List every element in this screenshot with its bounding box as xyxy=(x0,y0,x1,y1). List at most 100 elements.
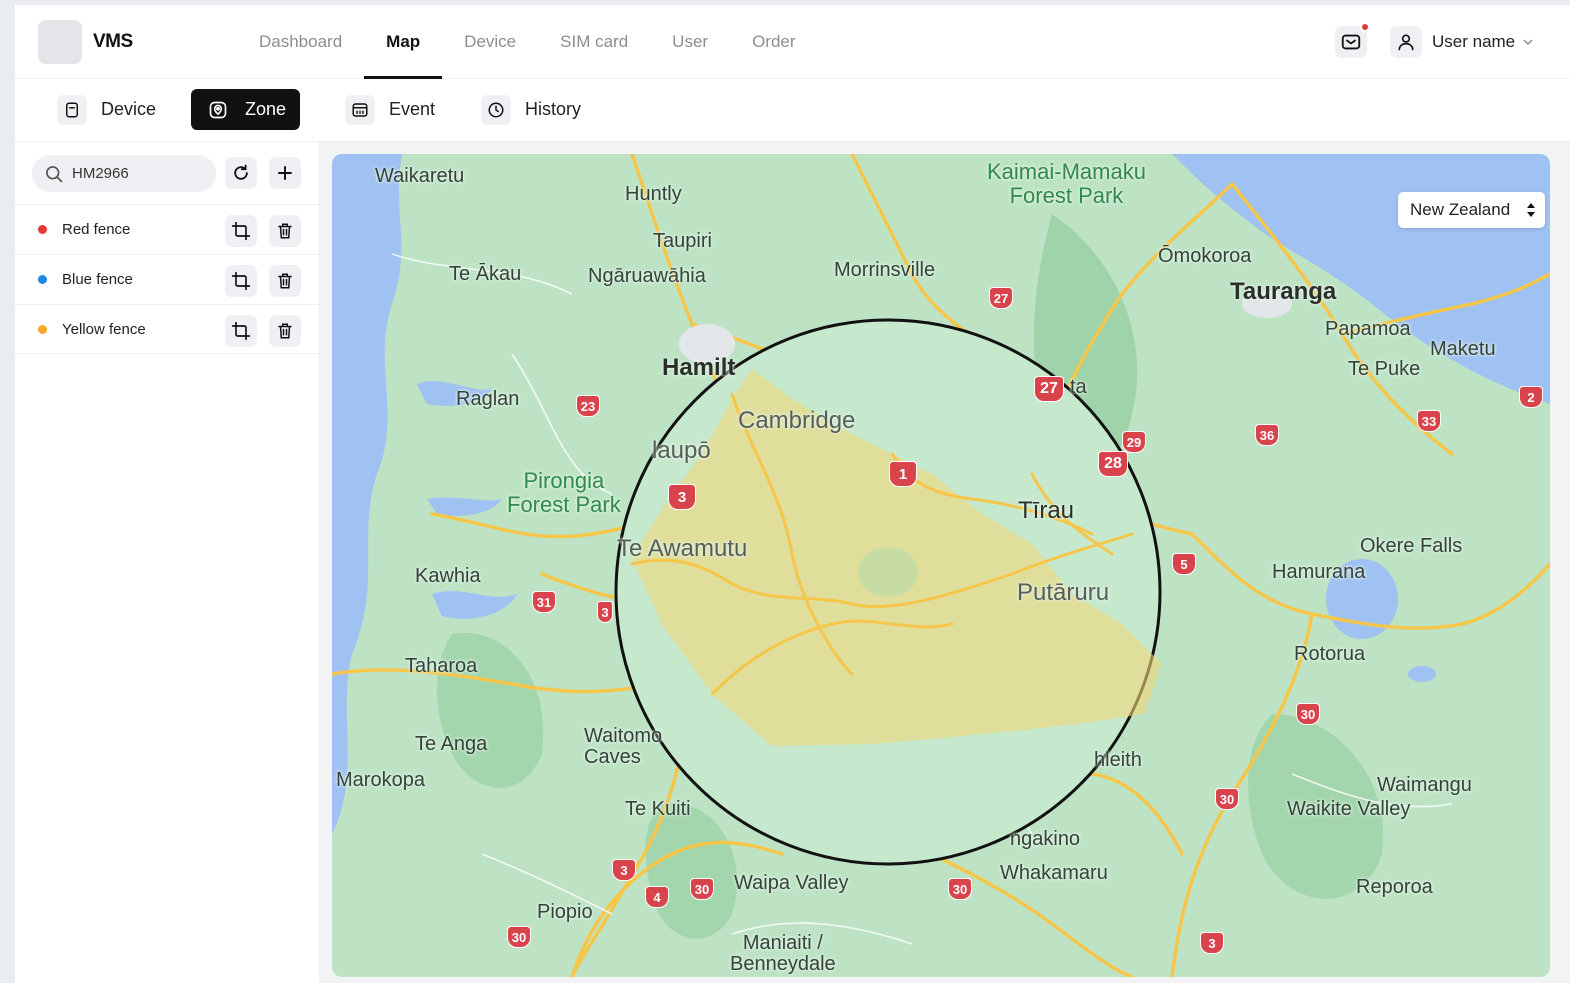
mail-icon xyxy=(1341,34,1361,50)
route-shield: 36 xyxy=(1255,424,1279,446)
map-label-hamilton: Hamilt xyxy=(662,354,736,381)
list-item[interactable]: Yellow fence xyxy=(15,304,320,354)
route-shield: 23 xyxy=(576,395,600,417)
main-nav: Dashboard Map Device SIM card User Order xyxy=(237,5,818,79)
edit-fence-button[interactable] xyxy=(225,215,257,247)
route-shield: 5 xyxy=(1172,553,1196,575)
map-label-taharoa: Taharoa xyxy=(405,655,478,677)
map-label-hamurana: Hamurana xyxy=(1272,561,1366,583)
map-label-omokoroa: Ōmokoroa xyxy=(1158,245,1252,267)
region-select[interactable]: New Zealand xyxy=(1398,192,1545,228)
tab-history-label: History xyxy=(525,99,582,119)
map-label-maketu: Maketu xyxy=(1430,338,1496,360)
map-label-waitomo-caves: Waitomo Caves xyxy=(584,725,663,768)
refresh-button[interactable] xyxy=(225,157,257,189)
app-window: VMS Dashboard Map Device SIM card User O… xyxy=(15,5,1570,983)
route-shield: 3 xyxy=(612,859,636,881)
fence-list: Red fence Blue fence Yellow fence xyxy=(15,204,320,354)
nav-dashboard[interactable]: Dashboard xyxy=(237,5,364,79)
route-shield: 27 xyxy=(989,287,1013,309)
tab-history[interactable]: History xyxy=(469,89,595,130)
route-shield: 29 xyxy=(1122,431,1146,453)
tab-event[interactable]: Event xyxy=(333,89,449,130)
fence-name: Yellow fence xyxy=(62,320,146,338)
nav-user[interactable]: User xyxy=(650,5,730,79)
nav-device[interactable]: Device xyxy=(442,5,538,79)
fence-color-dot xyxy=(38,275,47,284)
map-canvas[interactable]: Waikaretu Huntly Kaimai-Mamaku Forest Pa… xyxy=(332,154,1550,977)
map-subtabs: Device Zone Event History xyxy=(15,79,1570,142)
map-label-maniaiti: Maniaiti / Benneydale xyxy=(730,932,836,975)
nav-order[interactable]: Order xyxy=(730,5,817,79)
search-box[interactable] xyxy=(32,155,216,192)
route-shield: 33 xyxy=(1417,410,1441,432)
user-name: User name xyxy=(1432,32,1516,51)
map-label-waikite-valley: Waikite Valley xyxy=(1287,798,1411,820)
map-panel: Waikaretu Huntly Kaimai-Mamaku Forest Pa… xyxy=(320,142,1570,983)
map-label-papamoa: Papamoa xyxy=(1325,318,1411,340)
route-shield: 30 xyxy=(1215,788,1239,810)
map-label-te-puke: Te Puke xyxy=(1348,358,1421,380)
route-shield: 3 xyxy=(597,601,613,623)
list-item[interactable]: Blue fence xyxy=(15,254,320,304)
zone-icon xyxy=(203,95,233,125)
tab-device-label: Device xyxy=(101,99,157,119)
tab-device[interactable]: Device xyxy=(45,89,170,130)
device-icon xyxy=(57,94,87,125)
route-shield: 1 xyxy=(889,461,917,487)
add-zone-button[interactable] xyxy=(269,157,301,189)
notification-badge xyxy=(1360,22,1370,32)
route-shield: 30 xyxy=(507,926,531,948)
trash-icon xyxy=(278,323,292,339)
top-navigation-bar: VMS Dashboard Map Device SIM card User O… xyxy=(15,5,1570,79)
history-icon xyxy=(481,94,511,125)
map-label-te-anga: Te Anga xyxy=(415,733,488,755)
map-label-te-awamutu: Te Awamutu xyxy=(617,535,748,562)
region-select-value: New Zealand xyxy=(1410,200,1511,219)
tab-zone[interactable]: Zone xyxy=(191,89,301,130)
notifications-button[interactable] xyxy=(1335,22,1370,58)
map-label-piopio: Piopio xyxy=(537,901,593,923)
map-label-taupiri: Taupiri xyxy=(653,230,712,252)
map-label-putaruru: Putāruru xyxy=(1017,579,1110,606)
route-shield: 4 xyxy=(645,886,669,908)
map-label-te-kuiti: Te Kuiti xyxy=(625,798,691,820)
logo-placeholder xyxy=(38,20,82,64)
fence-name: Red fence xyxy=(62,221,131,238)
route-shield: 3 xyxy=(668,484,696,510)
avatar xyxy=(1390,26,1422,58)
search-input[interactable] xyxy=(72,165,202,182)
map-label-huntly: Huntly xyxy=(625,183,682,205)
route-shield: 30 xyxy=(1296,703,1320,725)
map-label-whakamaru: Whakamaru xyxy=(1000,862,1108,884)
delete-fence-button[interactable] xyxy=(269,315,301,347)
route-shield: 2 xyxy=(1519,386,1543,408)
map-label-waikaretu: Waikaretu xyxy=(375,165,465,187)
user-icon xyxy=(1398,34,1414,51)
edit-fence-button[interactable] xyxy=(225,265,257,297)
brand-name: VMS xyxy=(93,31,133,52)
map-label-lichfield: hleith xyxy=(1094,749,1142,771)
map-label-kaimai-park: Kaimai-Mamaku Forest Park xyxy=(987,159,1146,209)
map-label-tauranga: Tauranga xyxy=(1230,278,1337,305)
map-label-pirongia-park: Pirongia Forest Park xyxy=(507,468,621,518)
map-label-okere-falls: Okere Falls xyxy=(1360,535,1463,557)
list-item[interactable]: Red fence xyxy=(15,204,320,254)
user-menu[interactable]: User name xyxy=(1390,26,1534,58)
map-label-kawhia: Kawhia xyxy=(415,565,481,587)
route-shield: 30 xyxy=(690,878,714,900)
sort-arrows-icon xyxy=(1527,203,1535,217)
map-label-tirau-fragment: ta xyxy=(1070,376,1087,398)
delete-fence-button[interactable] xyxy=(269,265,301,297)
trash-icon xyxy=(278,273,292,289)
fence-name: Blue fence xyxy=(62,271,133,288)
nav-map[interactable]: Map xyxy=(364,5,443,79)
crop-icon xyxy=(231,271,251,291)
map-label-te-akau: Te Ākau xyxy=(449,263,522,285)
edit-fence-button[interactable] xyxy=(225,315,257,347)
nav-sim-card[interactable]: SIM card xyxy=(538,5,650,79)
delete-fence-button[interactable] xyxy=(269,215,301,247)
trash-icon xyxy=(278,223,292,239)
crop-icon xyxy=(231,321,251,341)
chevron-down-icon xyxy=(1523,39,1533,45)
